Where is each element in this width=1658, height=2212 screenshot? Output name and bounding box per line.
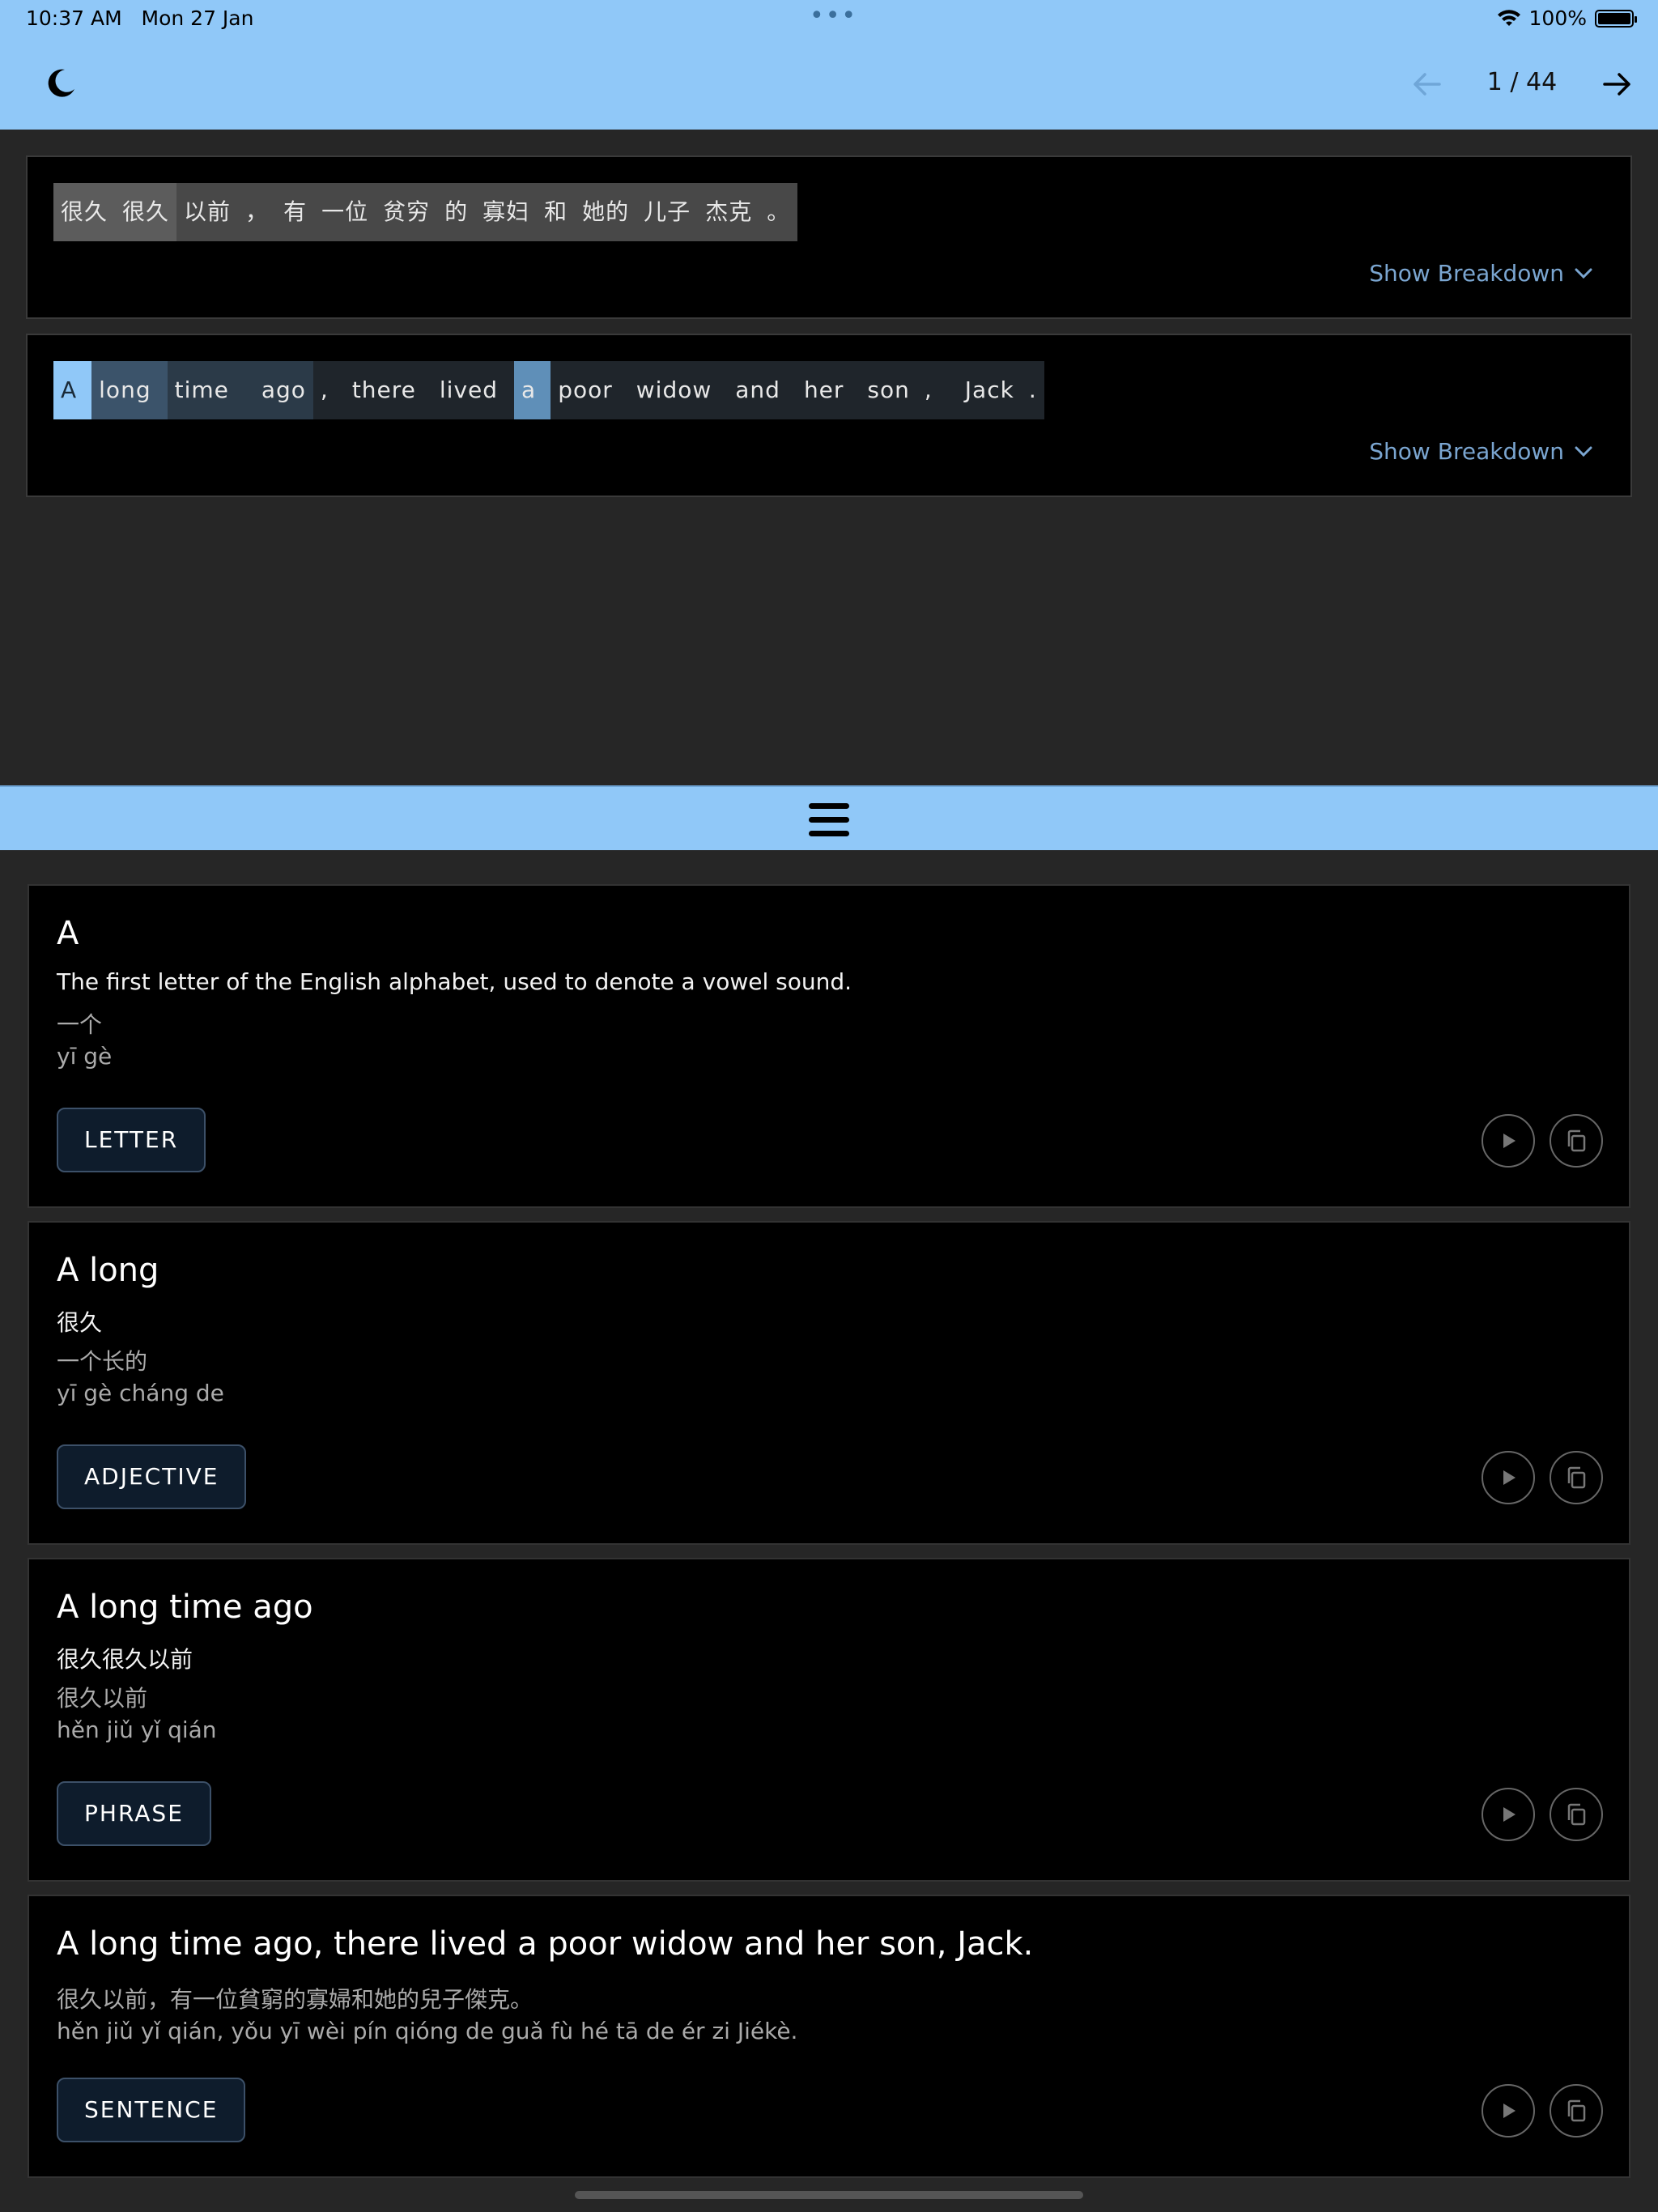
token[interactable]: and <box>728 361 797 419</box>
play-audio-button[interactable] <box>1482 1114 1535 1168</box>
token[interactable]: , <box>312 361 345 419</box>
token[interactable]: son <box>860 361 917 419</box>
token[interactable]: 杰克 <box>698 183 760 241</box>
breakdown-card: A long time ago, there lived a poor wido… <box>28 1895 1630 2178</box>
token[interactable]: 。 <box>759 183 798 241</box>
part-of-speech-badge[interactable]: SENTENCE <box>57 2078 246 2142</box>
token[interactable]: 贫穷 <box>376 183 438 241</box>
part-of-speech-badge[interactable]: ADJECTIVE <box>57 1444 247 1509</box>
token[interactable]: 很久 <box>53 183 116 241</box>
page-counter: 1 / 44 <box>1486 68 1558 96</box>
battery-icon <box>1595 9 1637 28</box>
card-title: A long time ago <box>57 1589 313 1626</box>
play-audio-button[interactable] <box>1482 1451 1535 1504</box>
breakdown-card: A long 很久 一个长的 yī gè cháng de ADJECTIVE <box>28 1221 1630 1545</box>
hamburger-icon[interactable] <box>809 803 849 837</box>
token[interactable]: time <box>167 361 245 419</box>
token[interactable]: 一位 <box>314 183 376 241</box>
token[interactable]: 儿子 <box>636 183 699 241</box>
show-breakdown-toggle[interactable]: Show Breakdown <box>1369 438 1593 465</box>
token[interactable]: long <box>91 361 168 419</box>
play-icon <box>1503 2104 1516 2118</box>
arrow-left-icon[interactable] <box>1410 68 1443 100</box>
chinese-token-row: 很久 很久 以前 ， 有 一位 贫穷 的 寡妇 和 她的 儿子 杰克 。 <box>53 183 798 241</box>
card-translation: 一个长的 <box>57 1348 148 1375</box>
token[interactable]: A <box>53 361 92 419</box>
card-pinyin: hěn jiǔ yǐ qián <box>57 1716 217 1743</box>
card-pinyin: yī gè <box>57 1043 113 1070</box>
copy-button[interactable] <box>1550 2084 1603 2138</box>
top-app-bar: 10:37 AM Mon 27 Jan ••• 100% 1 / 44 <box>0 0 1658 130</box>
copy-button[interactable] <box>1550 1788 1603 1841</box>
card-translation: 很久以前，有一位貧窮的寡婦和她的兒子傑克。 <box>57 1986 534 2013</box>
play-audio-button[interactable] <box>1482 2084 1535 2138</box>
copy-button[interactable] <box>1550 1451 1603 1504</box>
token[interactable]: 的 <box>437 183 476 241</box>
part-of-speech-badge[interactable]: PHRASE <box>57 1781 211 1846</box>
battery-percent: 100% <box>1528 6 1587 30</box>
token[interactable]: , <box>916 361 949 419</box>
token[interactable]: ago <box>244 361 313 419</box>
card-pinyin: yī gè cháng de <box>57 1380 224 1406</box>
card-pinyin: hěn jiǔ yǐ qián, yǒu yī wèi pín qióng de… <box>57 2018 798 2044</box>
token[interactable]: 寡妇 <box>475 183 538 241</box>
show-breakdown-label: Show Breakdown <box>1369 260 1564 287</box>
copy-icon <box>1567 1466 1586 1489</box>
part-of-speech-badge[interactable]: LETTER <box>57 1108 206 1172</box>
token[interactable]: ， <box>238 183 277 241</box>
breakdown-card: A The first letter of the English alphab… <box>28 884 1630 1208</box>
english-token-row: A long time ago , there lived a poor wid… <box>53 361 1044 419</box>
token[interactable]: . <box>1021 361 1044 419</box>
token[interactable]: her <box>796 361 861 419</box>
card-definition: The first letter of the English alphabet… <box>57 968 852 995</box>
status-time: 10:37 AM Mon 27 Jan <box>26 6 254 30</box>
card-title: A long time ago, there lived a poor wido… <box>57 1925 1034 1963</box>
breakdown-card: A long time ago 很久很久以前 很久以前 hěn jiǔ yǐ q… <box>28 1558 1630 1882</box>
token[interactable]: 有 <box>276 183 315 241</box>
token[interactable]: there <box>344 361 432 419</box>
english-sentence-panel: A long time ago , there lived a poor wid… <box>26 334 1632 497</box>
chinese-sentence-panel: 很久 很久 以前 ， 有 一位 贫穷 的 寡妇 和 她的 儿子 杰克 。 Sho… <box>26 155 1632 319</box>
card-title: A long <box>57 1252 159 1289</box>
token[interactable]: 和 <box>537 183 576 241</box>
multitasking-dots[interactable]: ••• <box>810 2 857 30</box>
token[interactable]: Jack <box>948 361 1022 419</box>
play-audio-button[interactable] <box>1482 1788 1535 1841</box>
play-icon <box>1503 1470 1516 1485</box>
copy-icon <box>1567 1129 1586 1152</box>
status-right: 100% <box>1497 6 1637 30</box>
moon-icon[interactable] <box>45 66 78 99</box>
copy-icon <box>1567 2099 1586 2122</box>
copy-icon <box>1567 1803 1586 1826</box>
arrow-right-icon[interactable] <box>1601 68 1634 100</box>
card-definition: 很久 <box>57 1309 103 1336</box>
chevron-down-icon <box>1575 446 1592 457</box>
chevron-down-icon <box>1575 268 1592 279</box>
home-indicator[interactable] <box>575 2191 1083 2199</box>
card-title: A <box>57 915 79 952</box>
token[interactable]: 很久 <box>115 183 177 241</box>
token[interactable]: lived <box>432 361 515 419</box>
token[interactable]: 她的 <box>575 183 637 241</box>
token[interactable]: 以前 <box>176 183 239 241</box>
token[interactable]: widow <box>628 361 729 419</box>
show-breakdown-toggle[interactable]: Show Breakdown <box>1369 260 1593 287</box>
panel-splitter[interactable] <box>0 785 1658 852</box>
copy-button[interactable] <box>1550 1114 1603 1168</box>
card-translation: 一个 <box>57 1011 103 1038</box>
breakdown-list: A The first letter of the English alphab… <box>0 850 1658 2212</box>
play-icon <box>1503 1807 1516 1822</box>
play-icon <box>1503 1134 1516 1148</box>
card-definition: 很久很久以前 <box>57 1646 193 1673</box>
card-translation: 很久以前 <box>57 1685 148 1712</box>
wifi-icon <box>1497 9 1520 26</box>
show-breakdown-label: Show Breakdown <box>1369 438 1564 465</box>
token[interactable]: a <box>514 361 551 419</box>
token[interactable]: poor <box>551 361 629 419</box>
